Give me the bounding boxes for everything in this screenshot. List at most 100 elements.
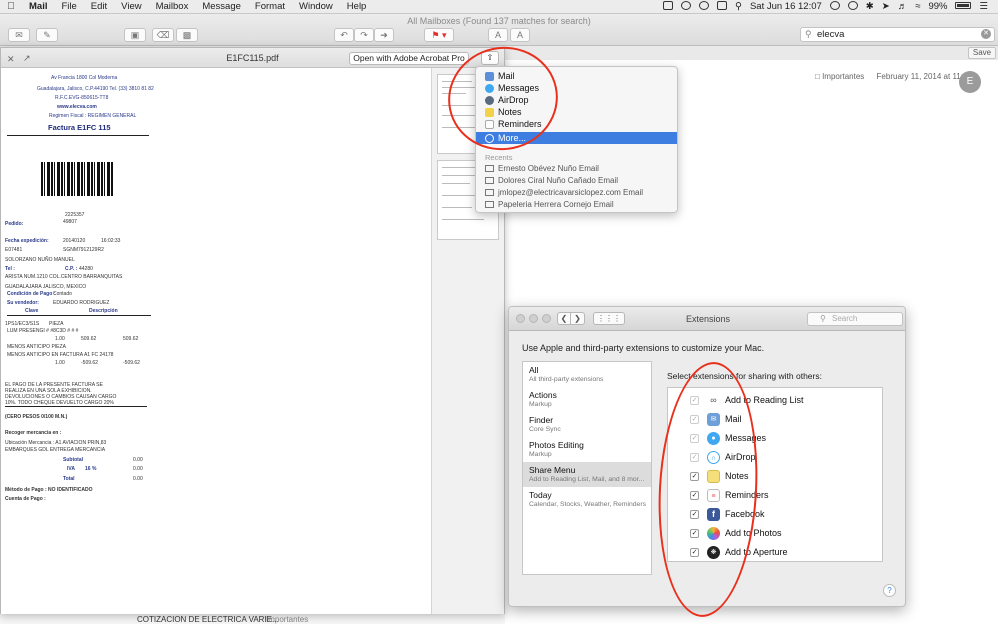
extensions-list-label: Select extensions for sharing with other… bbox=[667, 371, 822, 381]
notification-icon[interactable] bbox=[844, 0, 862, 13]
barcode-number: 2225357 bbox=[65, 212, 85, 218]
clear-search-icon[interactable]: ✕ bbox=[981, 29, 991, 39]
recent-contact[interactable]: Dolores Ciral Nuño Cañado Email bbox=[485, 175, 618, 187]
message-meta: □ Importantes February 11, 2014 at 11:00 bbox=[815, 72, 972, 81]
preferences-search-input[interactable]: ⚲ Search bbox=[807, 312, 903, 326]
client-address: ARISTA NUM.1210 COL.CENTRO BARRANQUITAS bbox=[5, 274, 123, 280]
share-item-messages[interactable]: Messages bbox=[476, 82, 677, 94]
location-icon[interactable]: ➤ bbox=[878, 1, 894, 12]
junk-button[interactable]: ▩ bbox=[176, 28, 198, 42]
extension-checkbox[interactable]: ✓ bbox=[690, 472, 699, 481]
pdf-quicklook-window: ✕ ↗ E1FC115.pdf Open with Adobe Acrobat … bbox=[0, 47, 505, 614]
menu-format[interactable]: Format bbox=[248, 1, 292, 12]
wifi-icon[interactable]: ≈ bbox=[911, 1, 924, 12]
message-subject: COTIZACION DE ELECTRICA VARIE... bbox=[137, 615, 279, 624]
menu-app-mail[interactable]: Mail bbox=[22, 1, 54, 12]
archive-button[interactable]: ▣ bbox=[124, 28, 146, 42]
airdrop-icon bbox=[485, 96, 494, 105]
extension-checkbox[interactable]: ✓ bbox=[690, 510, 699, 519]
menu-window[interactable]: Window bbox=[292, 1, 340, 12]
menu-help[interactable]: Help bbox=[340, 1, 374, 12]
font-smaller-button[interactable]: A bbox=[488, 28, 508, 42]
extensions-intro: Use Apple and third-party extensions to … bbox=[522, 343, 765, 353]
share-item-airdrop[interactable]: AirDrop bbox=[476, 94, 677, 106]
message-mailbox-tag[interactable]: □ Importantes bbox=[815, 72, 864, 81]
category-share-menu[interactable]: Share Menu Add to Reading List, Mail, an… bbox=[523, 462, 651, 487]
menu-list-icon[interactable]: ☰ bbox=[975, 1, 992, 12]
cuenta-pago: Cuenta de Pago : bbox=[5, 496, 46, 502]
extension-row-airdrop: ✓ ∩ AirDrop bbox=[690, 451, 756, 464]
get-mail-button[interactable]: ✉ bbox=[8, 28, 30, 42]
extension-checkbox[interactable]: ✓ bbox=[690, 548, 699, 557]
time-machine-icon[interactable] bbox=[695, 0, 713, 13]
sync-icon[interactable] bbox=[677, 0, 695, 13]
apple-menu-icon[interactable]:  bbox=[0, 1, 22, 12]
total-label: Total bbox=[63, 476, 75, 482]
delete-button[interactable]: ⌫ bbox=[152, 28, 174, 42]
mail-toolbar: All Mailboxes (Found 137 matches for sea… bbox=[0, 14, 998, 46]
pdf-page: Av Francia 1800 Col Moderna Guadalajara,… bbox=[1, 68, 431, 614]
help-button[interactable]: ? bbox=[883, 584, 896, 597]
embarques-line: EMBARQUES GDL ENTREGA MERCANCIA bbox=[5, 447, 106, 453]
item2-amount: -509.62 bbox=[123, 360, 140, 366]
invoice-rule bbox=[7, 135, 149, 136]
vpn-icon[interactable] bbox=[713, 0, 731, 13]
search-input[interactable]: ⚲ elecva ✕ bbox=[800, 27, 995, 42]
battery-percent[interactable]: 99% bbox=[924, 1, 951, 12]
iva-rate: 16 % bbox=[85, 466, 97, 472]
category-photos-editing[interactable]: Photos Editing Markup bbox=[523, 437, 651, 462]
spotlight-icon[interactable]: ⚲ bbox=[731, 1, 746, 12]
flag-button[interactable]: ⚑ ▾ bbox=[424, 28, 454, 42]
cero-pesos: (CERO PESOS 0/100 M.N.) bbox=[5, 414, 68, 420]
share-item-mail[interactable]: Mail bbox=[476, 70, 677, 82]
bluetooth-icon[interactable]: ✱ bbox=[862, 1, 878, 12]
item2-desc: MENOS ANTICIPO PIEZA bbox=[7, 344, 66, 350]
condicion-value: Contado bbox=[53, 291, 72, 297]
forward-button[interactable]: ➜ bbox=[374, 28, 394, 42]
save-search-button[interactable]: Save bbox=[968, 47, 996, 59]
extension-checkbox[interactable]: ✓ bbox=[690, 529, 699, 538]
menu-file[interactable]: File bbox=[54, 1, 83, 12]
font-larger-button[interactable]: A bbox=[510, 28, 530, 42]
menu-edit[interactable]: Edit bbox=[84, 1, 114, 12]
recent-contact[interactable]: Papeleria Herrera Cornejo Email bbox=[485, 199, 614, 211]
menu-clock[interactable]: Sat Jun 16 12:07 bbox=[746, 1, 826, 12]
reply-button[interactable]: ↶ bbox=[334, 28, 354, 42]
share-item-more[interactable]: More... bbox=[476, 132, 677, 144]
recent-contact[interactable]: jmlopez@electricavarsiclopez.com Email bbox=[485, 187, 643, 199]
extension-checkbox[interactable]: ✓ bbox=[690, 491, 699, 500]
barcode bbox=[41, 162, 113, 196]
menu-view[interactable]: View bbox=[114, 1, 148, 12]
share-item-notes[interactable]: Notes bbox=[476, 106, 677, 118]
messages-icon: ● bbox=[707, 432, 720, 445]
extension-checkbox[interactable]: ✓ bbox=[690, 415, 699, 424]
recent-contact[interactable]: Ernesto Obévez Nuño Email bbox=[485, 163, 599, 175]
invoice-address-line1: Av Francia 1800 Col Moderna bbox=[51, 75, 118, 81]
extension-checkbox[interactable]: ✓ bbox=[690, 453, 699, 462]
user-icon[interactable] bbox=[826, 0, 844, 13]
battery-icon bbox=[951, 1, 975, 12]
item1-line: LUM PRESENGI # #8C3D # # # bbox=[7, 328, 79, 334]
airdrop-icon: ∩ bbox=[707, 451, 720, 464]
extension-checkbox[interactable]: ✓ bbox=[690, 396, 699, 405]
invoice-regimen: Regimen Fiscal : REGIMEN GENERAL bbox=[49, 113, 137, 119]
category-finder[interactable]: Finder Core Sync bbox=[523, 412, 651, 437]
recoger-label: Recoger mercancia en : bbox=[5, 430, 62, 436]
share-menu: Mail Messages AirDrop Notes Reminders Mo… bbox=[475, 66, 678, 213]
share-item-reminders[interactable]: Reminders bbox=[476, 118, 677, 130]
extension-checkbox[interactable]: ✓ bbox=[690, 434, 699, 443]
category-all[interactable]: All All third-party extensions bbox=[523, 362, 651, 387]
share-button[interactable]: ⇧ bbox=[481, 51, 499, 65]
sender-avatar: E bbox=[959, 71, 981, 93]
category-today[interactable]: Today Calendar, Stocks, Weather, Reminde… bbox=[523, 487, 651, 512]
volume-icon[interactable]: ♬ bbox=[894, 1, 912, 12]
cloud-icon[interactable] bbox=[659, 0, 677, 13]
compose-button[interactable]: ✎ bbox=[36, 28, 58, 42]
open-with-button[interactable]: Open with Adobe Acrobat Pro bbox=[349, 52, 469, 65]
iva-label: IVA bbox=[67, 466, 75, 472]
extension-row-aperture: ✓ ❋ Add to Aperture bbox=[690, 546, 788, 559]
menu-message[interactable]: Message bbox=[195, 1, 248, 12]
menu-mailbox[interactable]: Mailbox bbox=[149, 1, 196, 12]
reply-all-button[interactable]: ↷ bbox=[354, 28, 374, 42]
category-actions[interactable]: Actions Markup bbox=[523, 387, 651, 412]
